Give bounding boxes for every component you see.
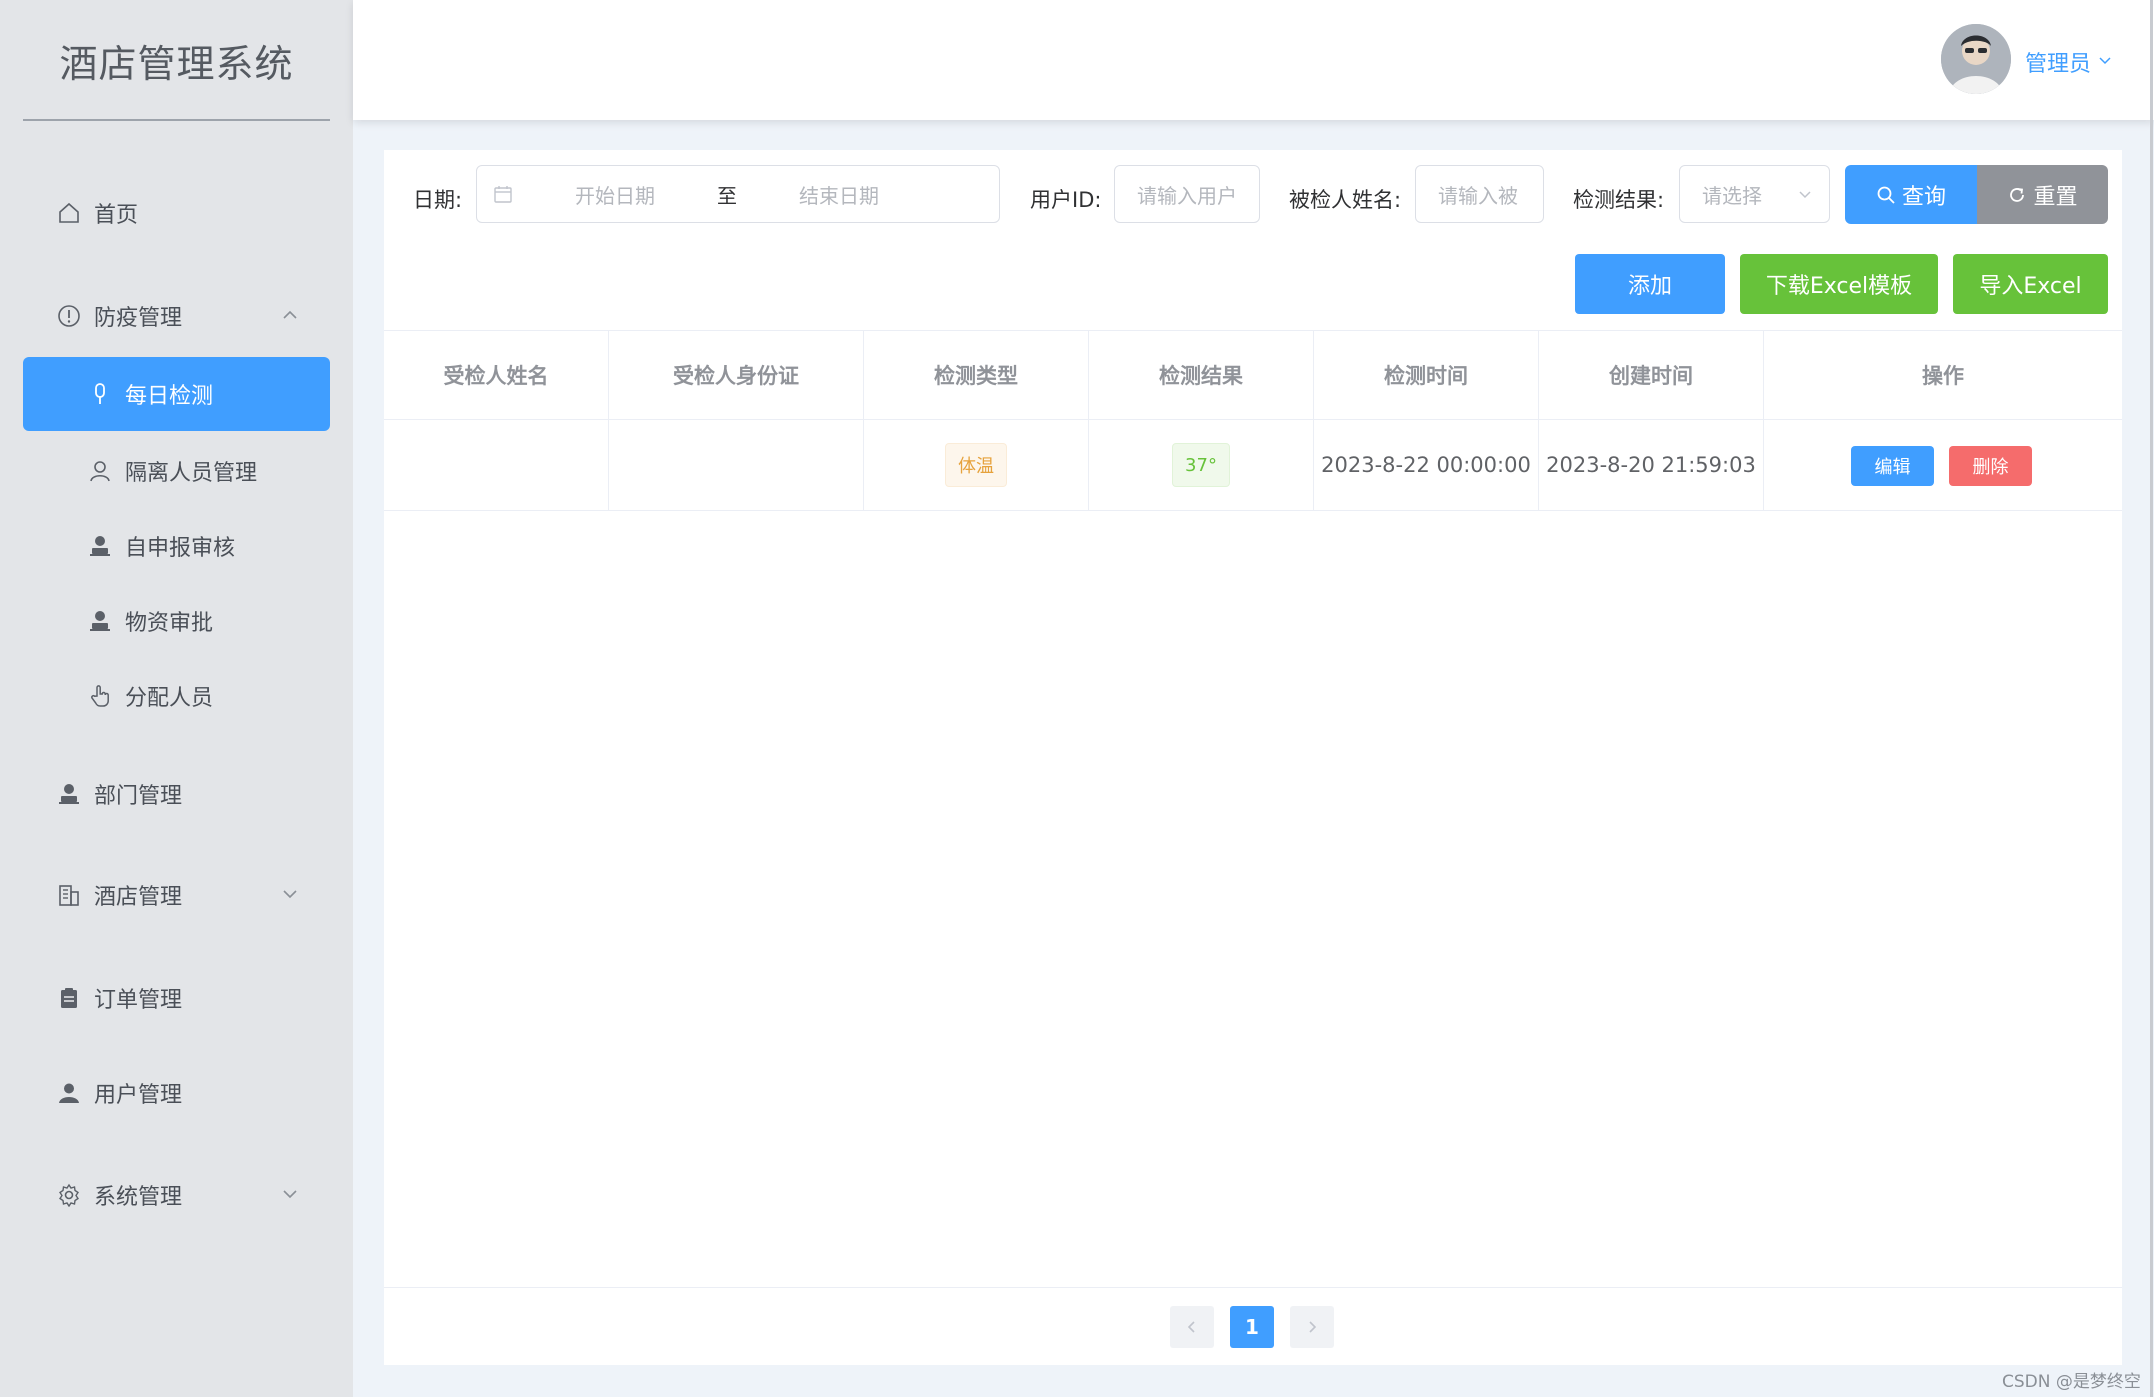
chevron-up-icon [283, 310, 297, 319]
sidebar-item-supplies[interactable]: 物资审批 [23, 584, 330, 658]
search-button-label: 查询 [1901, 184, 1946, 210]
sidebar-item-hotel[interactable]: 酒店管理 [23, 858, 330, 932]
name-input[interactable]: 请输入被 [1415, 165, 1544, 223]
app-title: 酒店管理系统 [59, 41, 294, 86]
top-header [353, 0, 2154, 120]
end-date-input[interactable]: 结束日期 [799, 180, 879, 209]
user-icon [87, 458, 113, 484]
sidebar-item-label: 订单管理 [94, 988, 183, 1013]
hand-pointer-icon [87, 683, 113, 709]
page-number[interactable]: 1 [1230, 1306, 1274, 1348]
sidebar-item-label: 分配人员 [125, 686, 214, 711]
edit-button[interactable]: 编辑 [1851, 446, 1934, 486]
building-icon [56, 882, 82, 908]
column-header: 操作 [1922, 364, 1964, 388]
sidebar-item-users[interactable]: 用户管理 [23, 1056, 330, 1130]
date-range-picker[interactable]: 开始日期 至 结束日期 [476, 165, 1000, 223]
import-excel-button[interactable]: 导入Excel [1953, 254, 2108, 314]
column-header: 检测时间 [1314, 331, 1539, 419]
sidebar-item-label: 部门管理 [94, 784, 183, 809]
thermometer-icon [87, 381, 113, 407]
sidebar-item-home[interactable]: 首页 [23, 176, 330, 250]
date-label: 日期: [413, 188, 463, 212]
sidebar-item-label: 物资审批 [125, 611, 214, 636]
sidebar-item-department[interactable]: 部门管理 [23, 757, 330, 831]
result-label: 检测结果: [1573, 188, 1665, 212]
chevron-down-icon [283, 890, 297, 899]
chevron-right-icon [1309, 1321, 1317, 1333]
sidebar-item-quarantine[interactable]: 隔离人员管理 [23, 434, 330, 508]
cell-type: 体温 [864, 420, 1089, 510]
prev-page-button[interactable] [1170, 1306, 1214, 1348]
sidebar-item-label: 首页 [94, 203, 139, 228]
column-header: 检测结果 [1089, 331, 1314, 419]
delete-button[interactable]: 删除 [1949, 446, 2032, 486]
cell-actions: 编辑 删除 [1764, 420, 2122, 510]
reset-button[interactable]: 重置 [1977, 165, 2108, 224]
sidebar-item-label: 每日检测 [125, 384, 214, 409]
sidebar-item-daily-check[interactable]: 每日检测 [23, 357, 330, 431]
user-name[interactable]: 管理员 [2025, 46, 2091, 78]
column-header: 受检人身份证 [609, 331, 864, 419]
clipboard-icon [56, 985, 82, 1011]
sidebar-item-assign[interactable]: 分配人员 [23, 659, 330, 733]
column-header: 受检人姓名 [384, 331, 609, 419]
search-button[interactable]: 查询 [1845, 165, 1977, 224]
cell-test-time: 2023-8-22 00:00:00 [1314, 420, 1539, 510]
table-row: 体温 37° 2023-8-22 00:00:00 2023-8-20 21:5… [384, 420, 2122, 511]
cell-name [384, 420, 609, 510]
name-label: 被检人姓名: [1289, 188, 1402, 212]
chevron-left-icon [1187, 1321, 1195, 1333]
user-stamp-icon [56, 781, 82, 807]
sidebar-item-label: 防疫管理 [94, 306, 183, 331]
result-select[interactable]: 请选择 [1679, 165, 1830, 223]
reset-button-label: 重置 [2033, 184, 2078, 210]
sidebar-item-system[interactable]: 系统管理 [23, 1158, 330, 1232]
refresh-icon [2010, 187, 2025, 202]
start-date-input[interactable]: 开始日期 [575, 180, 655, 209]
cell-created-time: 2023-8-20 21:59:03 [1539, 420, 1764, 510]
column-header: 创建时间 [1539, 331, 1764, 419]
logo-divider [23, 119, 330, 121]
userid-input[interactable]: 请输入用户 [1114, 165, 1260, 223]
type-tag: 体温 [945, 443, 1007, 487]
search-icon [1877, 186, 1895, 204]
gear-icon [56, 1182, 82, 1208]
sidebar: 酒店管理系统 首页 防疫管理 每日检测 隔离人员管理 自申报审核 物资审批 分配… [0, 0, 353, 1397]
sidebar-item-label: 系统管理 [94, 1185, 183, 1210]
watermark: CSDN @是梦终空 [2002, 1372, 2141, 1392]
cell-id-card [609, 420, 864, 510]
sidebar-item-label: 用户管理 [94, 1083, 183, 1108]
name-placeholder: 请输入被 [1438, 183, 1518, 208]
user-stamp-icon [87, 608, 113, 634]
user-filled-icon [56, 1080, 82, 1106]
column-header: 检测类型 [864, 331, 1089, 419]
table-header: 受检人姓名 受检人身份证 检测类型 检测结果 检测时间 创建时间 操作 [384, 330, 2122, 420]
range-separator: 至 [717, 183, 737, 208]
sidebar-item-epidemic[interactable]: 防疫管理 [23, 279, 330, 353]
pagination-divider [384, 1287, 2122, 1288]
sidebar-item-orders[interactable]: 订单管理 [23, 961, 330, 1035]
sidebar-item-label: 自申报审核 [125, 536, 236, 561]
chevron-down-icon [283, 1190, 297, 1199]
sidebar-item-label: 隔离人员管理 [125, 461, 258, 486]
result-tag: 37° [1172, 443, 1230, 487]
window-edge [2150, 0, 2153, 1397]
sidebar-item-self-report[interactable]: 自申报审核 [23, 509, 330, 583]
avatar[interactable] [1941, 24, 2011, 94]
result-placeholder: 请选择 [1702, 183, 1762, 208]
user-stamp-icon [87, 533, 113, 559]
download-template-button[interactable]: 下载Excel模板 [1740, 254, 1938, 314]
chevron-down-icon [1799, 191, 1811, 199]
home-icon [56, 200, 82, 226]
cell-result: 37° [1089, 420, 1314, 510]
userid-label: 用户ID: [1030, 188, 1102, 212]
add-button[interactable]: 添加 [1575, 254, 1725, 314]
userid-placeholder: 请输入用户 [1137, 183, 1237, 208]
sidebar-item-label: 酒店管理 [94, 885, 183, 910]
alert-circle-icon [56, 303, 82, 329]
chevron-down-icon[interactable] [2097, 52, 2113, 68]
next-page-button[interactable] [1290, 1306, 1334, 1348]
calendar-icon [493, 184, 513, 204]
